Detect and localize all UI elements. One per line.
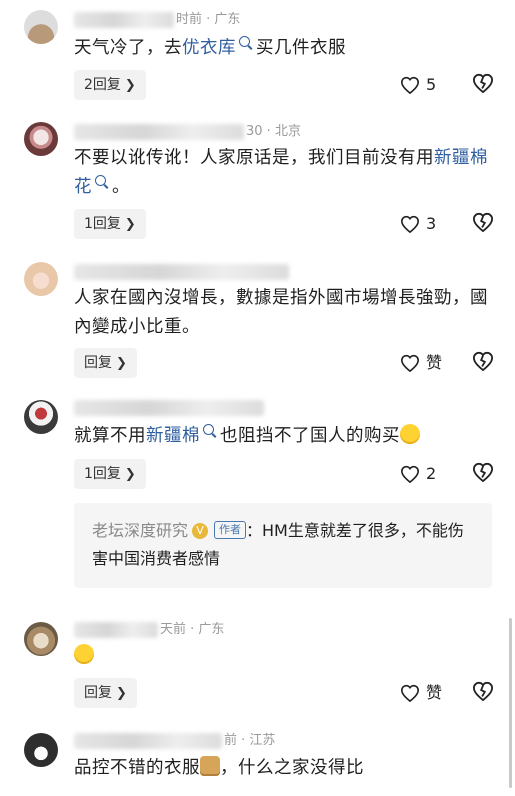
search-icon bbox=[239, 36, 250, 47]
search-icon bbox=[203, 424, 214, 435]
like-count: 3 bbox=[426, 214, 437, 233]
replies-button[interactable]: 1回复 ❯ bbox=[74, 459, 146, 489]
scrollbar[interactable] bbox=[509, 618, 512, 788]
avatar[interactable] bbox=[24, 400, 58, 434]
dislike-button[interactable] bbox=[472, 351, 496, 375]
heart-icon bbox=[400, 465, 420, 483]
clothing-emoji-icon bbox=[200, 756, 220, 776]
search-icon bbox=[95, 175, 106, 186]
replies-button[interactable]: 1回复 ❯ bbox=[74, 209, 146, 239]
heart-icon bbox=[400, 684, 420, 702]
comment-text: 天气冷了，去优衣库 买几件衣服 bbox=[74, 36, 346, 58]
comment-text: 不要以讹传讹！人家原话是，我们目前没有用新疆棉花。 bbox=[74, 148, 488, 197]
search-link[interactable]: 优衣库 bbox=[182, 38, 236, 58]
avatar[interactable] bbox=[24, 733, 58, 767]
comment-text: 就算不用新疆棉 也阻挡不了国人的购买 bbox=[74, 422, 494, 451]
dislike-button[interactable] bbox=[472, 73, 496, 97]
broken-heart-icon bbox=[472, 351, 494, 372]
comment-text: 人家在國內沒增長，數據是指外國市場增長強勁，國內變成小比重。 bbox=[74, 288, 488, 337]
like-label: 赞 bbox=[426, 353, 443, 372]
reply-button[interactable]: 回复 ❯ bbox=[74, 348, 137, 378]
chevron-right-icon: ❯ bbox=[116, 356, 127, 371]
comment-meta: 30 · 北京 bbox=[74, 122, 301, 142]
like-button[interactable]: 赞 bbox=[400, 681, 442, 705]
grin-emoji-icon bbox=[400, 424, 420, 444]
chevron-right-icon: ❯ bbox=[124, 217, 136, 232]
author-name[interactable]: 老坛深度研究 bbox=[92, 521, 188, 540]
comment-meta bbox=[74, 398, 266, 418]
avatar[interactable] bbox=[24, 622, 58, 656]
avatar[interactable] bbox=[24, 262, 58, 296]
verified-badge-icon: V bbox=[192, 522, 209, 539]
chevron-right-icon: ❯ bbox=[124, 467, 136, 482]
comment-meta: 天前 · 广东 bbox=[74, 620, 224, 640]
author-reply[interactable]: 老坛深度研究 V 作者 ：HM生意就差了很多，不能伤害中国消费者感情 bbox=[74, 503, 492, 588]
broken-heart-icon bbox=[472, 73, 494, 94]
chevron-right-icon: ❯ bbox=[124, 78, 136, 93]
comment-text: 品控不错的衣服 ，什么之家没得比 bbox=[74, 756, 364, 778]
dislike-button[interactable] bbox=[472, 681, 496, 705]
heart-icon bbox=[400, 354, 420, 372]
like-count: 5 bbox=[426, 75, 437, 94]
comment-meta bbox=[74, 262, 291, 282]
heart-icon bbox=[400, 76, 420, 94]
dislike-button[interactable] bbox=[472, 212, 496, 236]
like-button[interactable]: 3 bbox=[400, 212, 436, 236]
heart-icon bbox=[400, 215, 420, 233]
comment-meta: 前 · 江苏 bbox=[74, 731, 275, 751]
like-label: 赞 bbox=[426, 683, 443, 702]
broken-heart-icon bbox=[472, 681, 494, 702]
broken-heart-icon bbox=[472, 212, 494, 233]
like-button[interactable]: 赞 bbox=[400, 351, 442, 375]
like-button[interactable]: 5 bbox=[400, 73, 436, 97]
comment-meta: 时前 · 广东 bbox=[74, 10, 240, 30]
author-tag: 作者 bbox=[214, 520, 247, 539]
comment-text bbox=[74, 642, 494, 671]
search-link[interactable]: 新疆棉 bbox=[146, 426, 200, 446]
dislike-button[interactable] bbox=[472, 462, 496, 486]
reply-button[interactable]: 回复 ❯ bbox=[74, 678, 137, 708]
chevron-right-icon: ❯ bbox=[116, 686, 127, 701]
replies-button[interactable]: 2回复 ❯ bbox=[74, 70, 146, 100]
like-count: 2 bbox=[426, 464, 437, 483]
avatar[interactable] bbox=[24, 122, 58, 156]
avatar[interactable] bbox=[24, 10, 58, 44]
like-button[interactable]: 2 bbox=[400, 462, 436, 486]
broken-heart-icon bbox=[472, 462, 494, 483]
laugh-emoji-icon bbox=[74, 644, 94, 664]
